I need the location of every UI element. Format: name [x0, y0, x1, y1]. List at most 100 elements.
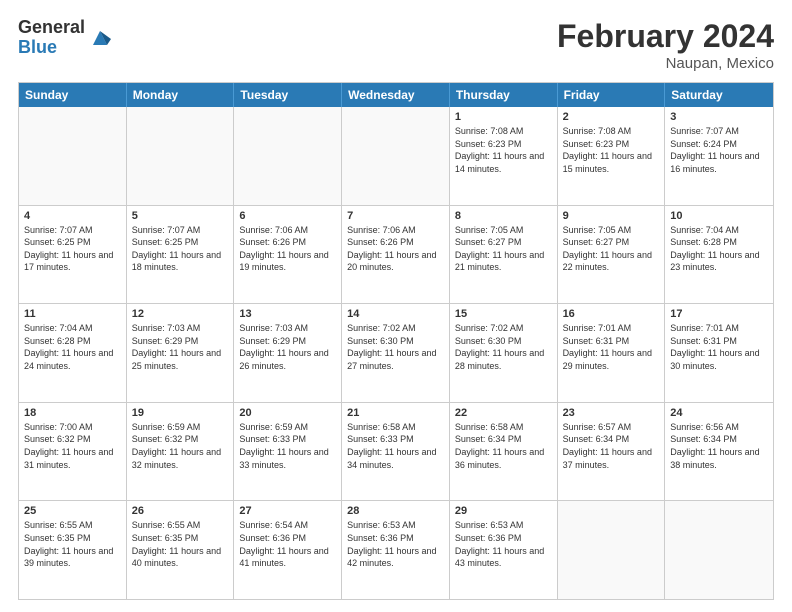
header-wednesday: Wednesday [342, 83, 450, 107]
day-number-22: 22 [455, 407, 552, 419]
day-29: 29 Sunrise: 6:53 AM Sunset: 6:36 PM Dayli… [450, 501, 558, 599]
day-info-14: Sunrise: 7:02 AM Sunset: 6:30 PM Dayligh… [347, 322, 444, 372]
logo-general: General [18, 18, 85, 38]
week-2: 4 Sunrise: 7:07 AM Sunset: 6:25 PM Daylig… [19, 206, 773, 305]
day-info-21: Sunrise: 6:58 AM Sunset: 6:33 PM Dayligh… [347, 421, 444, 471]
day-28: 28 Sunrise: 6:53 AM Sunset: 6:36 PM Dayli… [342, 501, 450, 599]
day-info-25: Sunrise: 6:55 AM Sunset: 6:35 PM Dayligh… [24, 519, 121, 569]
day-number-2: 2 [563, 111, 660, 123]
day-info-16: Sunrise: 7:01 AM Sunset: 6:31 PM Dayligh… [563, 322, 660, 372]
day-info-27: Sunrise: 6:54 AM Sunset: 6:36 PM Dayligh… [239, 519, 336, 569]
day-info-1: Sunrise: 7:08 AM Sunset: 6:23 PM Dayligh… [455, 125, 552, 175]
day-2: 2 Sunrise: 7:08 AM Sunset: 6:23 PM Daylig… [558, 107, 666, 205]
day-10: 10 Sunrise: 7:04 AM Sunset: 6:28 PM Dayli… [665, 206, 773, 304]
day-number-8: 8 [455, 210, 552, 222]
day-number-28: 28 [347, 505, 444, 517]
calendar: Sunday Monday Tuesday Wednesday Thursday… [18, 82, 774, 600]
day-number-10: 10 [670, 210, 768, 222]
day-number-13: 13 [239, 308, 336, 320]
day-18: 18 Sunrise: 7:00 AM Sunset: 6:32 PM Dayli… [19, 403, 127, 501]
day-number-15: 15 [455, 308, 552, 320]
day-number-21: 21 [347, 407, 444, 419]
day-number-27: 27 [239, 505, 336, 517]
empty-cell-4-5 [558, 501, 666, 599]
day-info-2: Sunrise: 7:08 AM Sunset: 6:23 PM Dayligh… [563, 125, 660, 175]
day-6: 6 Sunrise: 7:06 AM Sunset: 6:26 PM Daylig… [234, 206, 342, 304]
day-13: 13 Sunrise: 7:03 AM Sunset: 6:29 PM Dayli… [234, 304, 342, 402]
day-1: 1 Sunrise: 7:08 AM Sunset: 6:23 PM Daylig… [450, 107, 558, 205]
day-info-6: Sunrise: 7:06 AM Sunset: 6:26 PM Dayligh… [239, 224, 336, 274]
day-number-18: 18 [24, 407, 121, 419]
page: General Blue February 2024 Naupan, Mexic… [0, 0, 792, 612]
day-5: 5Sunrise: 7:07 AM Sunset: 6:25 PM Daylig… [127, 206, 235, 304]
day-number-19: 19 [132, 407, 229, 419]
header: General Blue February 2024 Naupan, Mexic… [18, 18, 774, 72]
day-info-12: Sunrise: 7:03 AM Sunset: 6:29 PM Dayligh… [132, 322, 229, 372]
day-info-15: Sunrise: 7:02 AM Sunset: 6:30 PM Dayligh… [455, 322, 552, 372]
day-info-13: Sunrise: 7:03 AM Sunset: 6:29 PM Dayligh… [239, 322, 336, 372]
title-month: February 2024 [557, 18, 774, 55]
day-number-25: 25 [24, 505, 121, 517]
header-sunday: Sunday [19, 83, 127, 107]
day-26: 26Sunrise: 6:55 AM Sunset: 6:35 PM Dayli… [127, 501, 235, 599]
day-info-5: Sunrise: 7:07 AM Sunset: 6:25 PM Dayligh… [132, 224, 229, 274]
day-info-3: Sunrise: 7:07 AM Sunset: 6:24 PM Dayligh… [670, 125, 768, 175]
day-number-29: 29 [455, 505, 552, 517]
day-number-7: 7 [347, 210, 444, 222]
day-info-19: Sunrise: 6:59 AM Sunset: 6:32 PM Dayligh… [132, 421, 229, 471]
day-info-29: Sunrise: 6:53 AM Sunset: 6:36 PM Dayligh… [455, 519, 552, 569]
day-9: 9 Sunrise: 7:05 AM Sunset: 6:27 PM Daylig… [558, 206, 666, 304]
day-number-9: 9 [563, 210, 660, 222]
day-15: 15 Sunrise: 7:02 AM Sunset: 6:30 PM Dayli… [450, 304, 558, 402]
logo: General Blue [18, 18, 111, 58]
day-number-16: 16 [563, 308, 660, 320]
day-number-14: 14 [347, 308, 444, 320]
day-16: 16 Sunrise: 7:01 AM Sunset: 6:31 PM Dayli… [558, 304, 666, 402]
day-17: 17 Sunrise: 7:01 AM Sunset: 6:31 PM Dayli… [665, 304, 773, 402]
day-number-1: 1 [455, 111, 552, 123]
day-info-7: Sunrise: 7:06 AM Sunset: 6:26 PM Dayligh… [347, 224, 444, 274]
day-27: 27 Sunrise: 6:54 AM Sunset: 6:36 PM Dayli… [234, 501, 342, 599]
day-info-10: Sunrise: 7:04 AM Sunset: 6:28 PM Dayligh… [670, 224, 768, 274]
header-saturday: Saturday [665, 83, 773, 107]
day-info-24: Sunrise: 6:56 AM Sunset: 6:34 PM Dayligh… [670, 421, 768, 471]
day-info-18: Sunrise: 7:00 AM Sunset: 6:32 PM Dayligh… [24, 421, 121, 471]
header-friday: Friday [558, 83, 666, 107]
day-20: 20Sunrise: 6:59 AM Sunset: 6:33 PM Dayli… [234, 403, 342, 501]
week-4: 18 Sunrise: 7:00 AM Sunset: 6:32 PM Dayli… [19, 403, 773, 502]
day-number-11: 11 [24, 308, 121, 320]
day-19: 19 Sunrise: 6:59 AM Sunset: 6:32 PM Dayli… [127, 403, 235, 501]
day-23: 23Sunrise: 6:57 AM Sunset: 6:34 PM Dayli… [558, 403, 666, 501]
day-info-9: Sunrise: 7:05 AM Sunset: 6:27 PM Dayligh… [563, 224, 660, 274]
day-12: 12 Sunrise: 7:03 AM Sunset: 6:29 PM Dayli… [127, 304, 235, 402]
day-24: 24Sunrise: 6:56 AM Sunset: 6:34 PM Dayli… [665, 403, 773, 501]
empty-cell-0-0 [19, 107, 127, 205]
day-info-26: Sunrise: 6:55 AM Sunset: 6:35 PM Dayligh… [132, 519, 229, 569]
logo-text: General Blue [18, 18, 85, 58]
day-3: 3Sunrise: 7:07 AM Sunset: 6:24 PM Daylig… [665, 107, 773, 205]
day-info-28: Sunrise: 6:53 AM Sunset: 6:36 PM Dayligh… [347, 519, 444, 569]
day-number-23: 23 [563, 407, 660, 419]
day-number-6: 6 [239, 210, 336, 222]
day-number-17: 17 [670, 308, 768, 320]
header-thursday: Thursday [450, 83, 558, 107]
day-info-22: Sunrise: 6:58 AM Sunset: 6:34 PM Dayligh… [455, 421, 552, 471]
day-info-20: Sunrise: 6:59 AM Sunset: 6:33 PM Dayligh… [239, 421, 336, 471]
title-location: Naupan, Mexico [557, 55, 774, 72]
title-block: February 2024 Naupan, Mexico [557, 18, 774, 72]
day-number-12: 12 [132, 308, 229, 320]
empty-cell-0-1 [127, 107, 235, 205]
header-tuesday: Tuesday [234, 83, 342, 107]
day-number-4: 4 [24, 210, 121, 222]
week-1: 1 Sunrise: 7:08 AM Sunset: 6:23 PM Daylig… [19, 107, 773, 206]
day-11: 11Sunrise: 7:04 AM Sunset: 6:28 PM Dayli… [19, 304, 127, 402]
calendar-body: 1 Sunrise: 7:08 AM Sunset: 6:23 PM Daylig… [19, 107, 773, 599]
day-info-8: Sunrise: 7:05 AM Sunset: 6:27 PM Dayligh… [455, 224, 552, 274]
header-monday: Monday [127, 83, 235, 107]
day-info-4: Sunrise: 7:07 AM Sunset: 6:25 PM Dayligh… [24, 224, 121, 274]
day-4: 4 Sunrise: 7:07 AM Sunset: 6:25 PM Daylig… [19, 206, 127, 304]
calendar-header: Sunday Monday Tuesday Wednesday Thursday… [19, 83, 773, 107]
empty-cell-0-3 [342, 107, 450, 205]
empty-cell-0-2 [234, 107, 342, 205]
day-info-17: Sunrise: 7:01 AM Sunset: 6:31 PM Dayligh… [670, 322, 768, 372]
